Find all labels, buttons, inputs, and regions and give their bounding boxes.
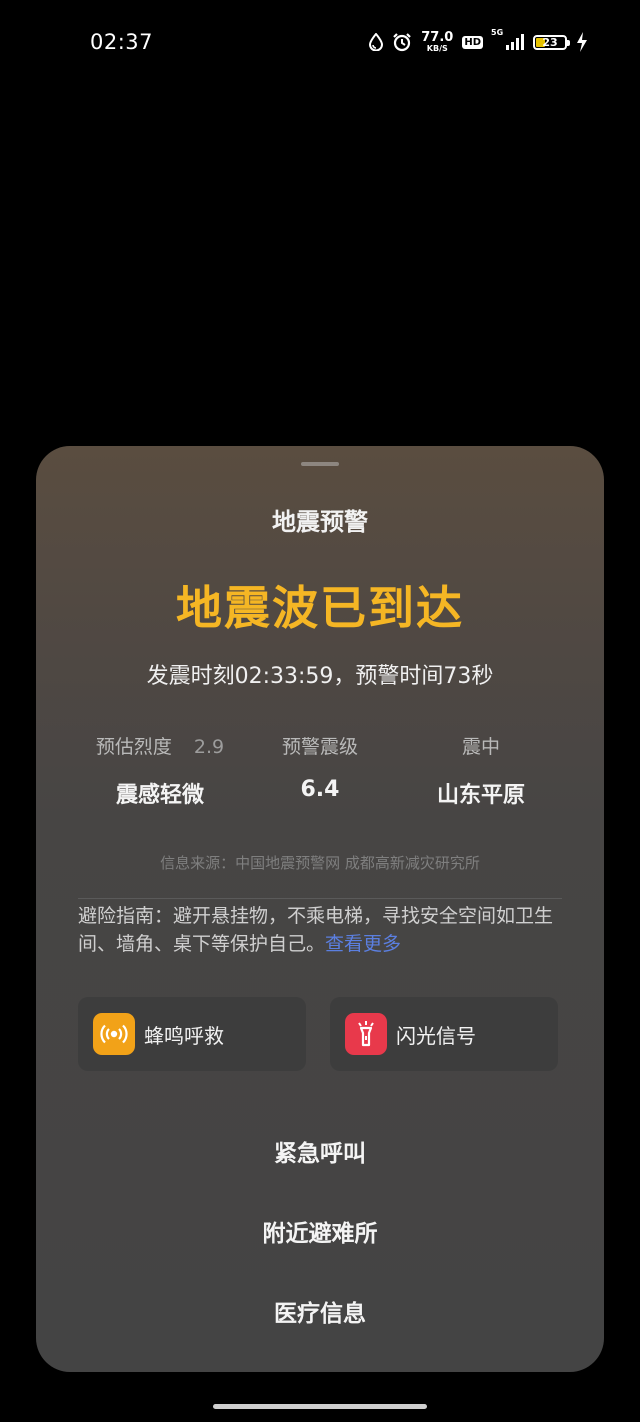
home-indicator[interactable] <box>213 1404 427 1409</box>
battery-icon: 23 <box>533 34 570 50</box>
view-more-link[interactable]: 查看更多 <box>325 933 401 955</box>
hd-icon: HD <box>462 35 483 49</box>
flashlight-icon <box>345 1013 387 1055</box>
divider <box>78 898 562 899</box>
stat-intensity-number: 2.9 <box>193 736 225 758</box>
flash-signal-button[interactable]: 闪光信号 <box>330 997 558 1071</box>
quake-stats: 预估烈度 2.9 震感轻微 预警震级 6.4 震中 山东平原 <box>36 732 604 812</box>
siren-button-label: 蜂鸣呼救 <box>144 1023 224 1048</box>
flash-signal-button-label: 闪光信号 <box>396 1023 476 1048</box>
stat-magnitude: 预警震级 6.4 <box>262 732 378 802</box>
safety-guide-text: 避险指南：避开悬挂物，不乘电梯，寻找安全空间如卫生间、墙角、桌下等保护自己。 <box>78 905 554 955</box>
quake-time-info: 发震时刻02:33:59，预警时间73秒 <box>146 664 494 689</box>
status-bar: 02:37 77.0 KB/S HD 5G 23 <box>0 0 640 86</box>
emergency-call-button[interactable]: 紧急呼叫 <box>36 1134 604 1168</box>
stat-magnitude-value: 6.4 <box>300 777 340 802</box>
signal-icon: 5G <box>491 28 524 50</box>
status-time: 02:37 <box>90 30 154 54</box>
nearby-shelter-button[interactable]: 附近避难所 <box>36 1214 604 1248</box>
stat-epicenter-value: 山东平原 <box>436 783 525 808</box>
safety-guide: 避险指南：避开悬挂物，不乘电梯，寻找安全空间如卫生间、墙角、桌下等保护自己。查看… <box>78 902 564 958</box>
status-icons: 77.0 KB/S HD 5G 23 <box>369 28 588 56</box>
stat-magnitude-label: 预警震级 <box>281 736 358 758</box>
water-drop-icon <box>369 33 384 51</box>
stat-intensity-label: 预估烈度 <box>95 736 172 758</box>
drag-handle[interactable] <box>301 462 339 466</box>
charging-icon <box>576 32 588 52</box>
stat-epicenter: 震中 山东平原 <box>416 732 546 809</box>
stat-epicenter-label: 震中 <box>461 736 500 758</box>
network-type: 5G <box>491 28 504 37</box>
siren-icon <box>93 1013 135 1055</box>
network-speed: 77.0 KB/S <box>421 30 454 53</box>
medical-info-button[interactable]: 医疗信息 <box>36 1294 604 1328</box>
battery-level: 23 <box>542 35 558 49</box>
warning-headline: 地震波已到达 <box>176 581 464 635</box>
sheet-title: 地震预警 <box>272 508 368 536</box>
alarm-icon <box>392 32 412 52</box>
earthquake-warning-sheet: 地震预警 地震波已到达 发震时刻02:33:59，预警时间73秒 预估烈度 2.9… <box>36 446 604 1372</box>
stat-intensity-value: 震感轻微 <box>115 783 204 808</box>
info-source: 信息来源：中国地震预警网 成都高新减灾研究所 <box>160 854 480 872</box>
stat-intensity: 预估烈度 2.9 震感轻微 <box>80 732 240 809</box>
emergency-cards: 蜂鸣呼救 闪光信号 <box>78 997 562 1071</box>
siren-button[interactable]: 蜂鸣呼救 <box>78 997 306 1071</box>
